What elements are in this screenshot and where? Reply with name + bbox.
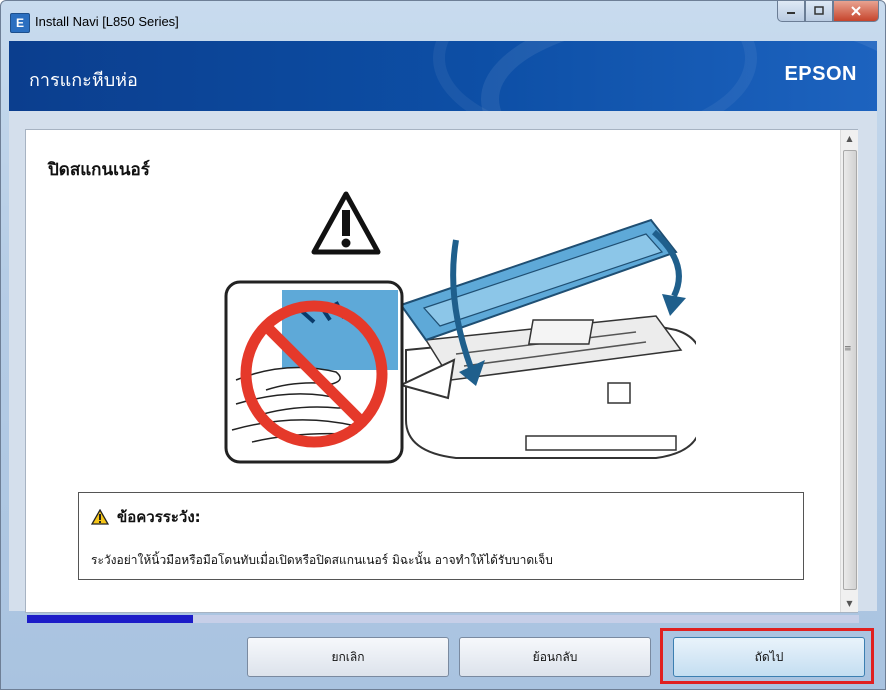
- next-button-highlight: [660, 628, 874, 684]
- window-controls: [777, 1, 879, 23]
- close-scanner-illustration: [224, 191, 696, 464]
- progress-fill: [27, 615, 194, 623]
- maximize-button[interactable]: [805, 1, 833, 22]
- step-heading: ปิดสแกนเนอร์: [48, 160, 150, 180]
- caution-box: ข้อควรระวัง: ระวังอย่าให้นิ้วมือหรือมือโ…: [78, 492, 804, 580]
- window-title: Install Navi [L850 Series]: [35, 14, 179, 29]
- vertical-scrollbar[interactable]: ▲ ≡ ▼: [840, 130, 858, 612]
- scroll-down-icon[interactable]: ▼: [841, 595, 858, 612]
- close-button[interactable]: [833, 1, 879, 22]
- minimize-button[interactable]: [777, 1, 805, 22]
- page-title: การแกะหีบห่อ: [29, 70, 138, 91]
- header-banner: การแกะหีบห่อ EPSON: [9, 41, 877, 111]
- caution-message: ระวังอย่าให้นิ้วมือหรือมือโดนทับเมื่อเปิ…: [91, 553, 553, 567]
- grip-icon: ≡: [844, 344, 852, 354]
- instruction-panel: ปิดสแกนเนอร์ ข้อควรระวัง: ระวังอย่าให้นิ…: [25, 129, 858, 613]
- progress-bar: [27, 615, 859, 623]
- printer-image: [399, 218, 696, 459]
- scroll-up-icon[interactable]: ▲: [841, 130, 858, 147]
- title-bar[interactable]: E Install Navi [L850 Series]: [1, 1, 885, 41]
- warning-triangle-icon: [311, 191, 381, 255]
- minimize-icon: [787, 12, 795, 14]
- caution-title: ข้อควรระวัง:: [117, 508, 201, 526]
- scroll-thumb[interactable]: [843, 150, 857, 590]
- caution-warning-icon: [91, 509, 109, 525]
- close-icon: [851, 6, 861, 16]
- installer-window: E Install Navi [L850 Series] การแกะหีบห่…: [0, 0, 886, 690]
- app-icon: E: [10, 13, 30, 33]
- maximize-icon: [814, 6, 824, 15]
- cancel-button[interactable]: ยกเลิก: [247, 637, 449, 677]
- content-area: ปิดสแกนเนอร์ ข้อควรระวัง: ระวังอย่าให้นิ…: [9, 111, 877, 613]
- epson-logo: EPSON: [784, 63, 857, 85]
- back-button[interactable]: ย้อนกลับ: [459, 637, 651, 677]
